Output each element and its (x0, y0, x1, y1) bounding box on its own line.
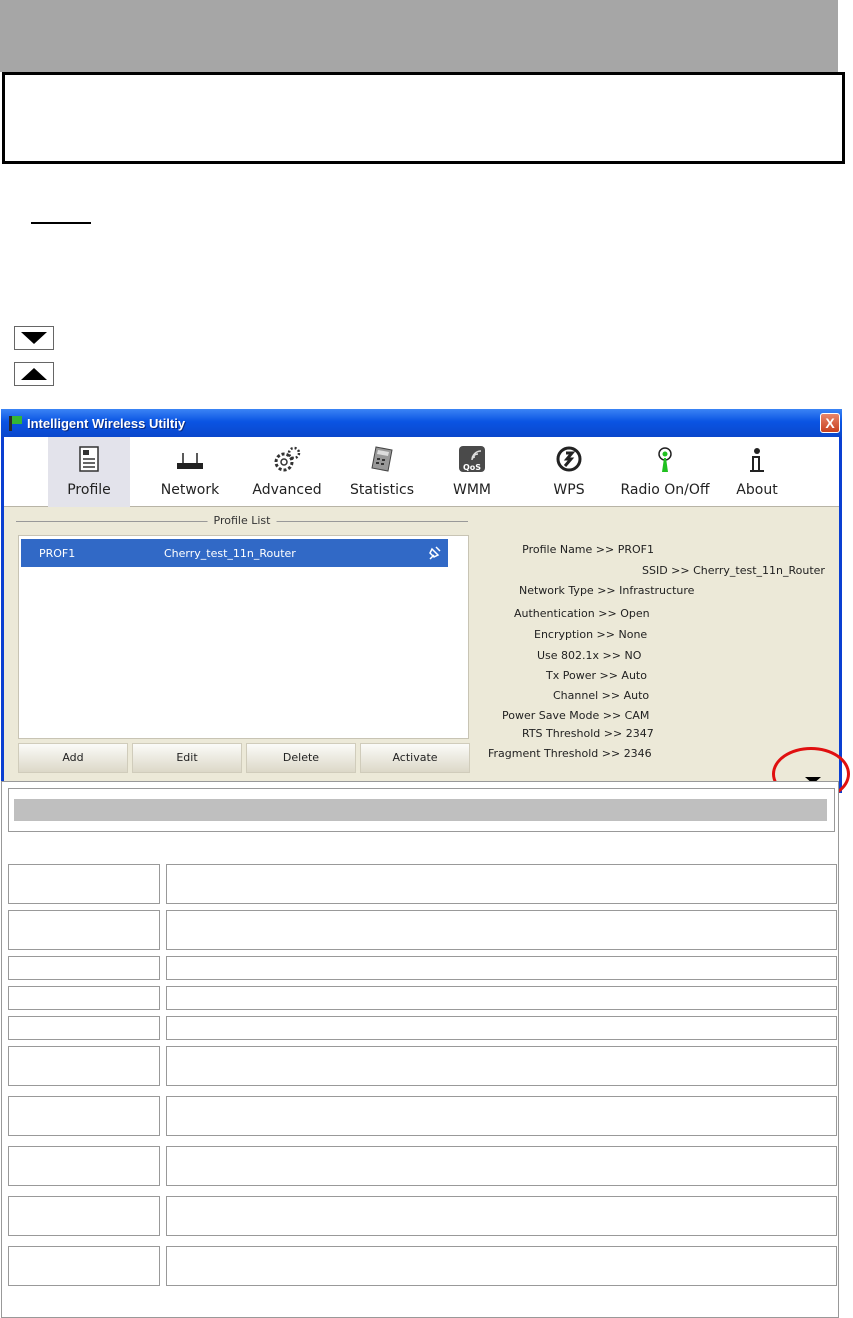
wireless-flag-icon (7, 415, 23, 431)
edit-button[interactable]: Edit (132, 743, 242, 773)
table-row (8, 864, 837, 904)
tab-advanced[interactable]: Advanced (244, 437, 330, 507)
svg-text:QoS: QoS (463, 463, 481, 472)
window-title: Intelligent Wireless Utiltiy (27, 415, 186, 431)
tab-label: Radio On/Off (620, 482, 710, 498)
detail-power-save-mode: Power Save Mode >> CAM (502, 709, 650, 722)
table-row (8, 986, 837, 1010)
tab-about[interactable]: About (726, 437, 788, 507)
down-arrow-key-icon (14, 326, 54, 350)
utility-window: Intelligent Wireless Utiltiy X Profile N… (1, 409, 842, 793)
profile-details: Profile Name >> PROF1 SSID >> Cherry_tes… (474, 507, 834, 790)
gray-header-band (0, 0, 838, 72)
profile-icon (79, 446, 99, 472)
calculator-icon (371, 446, 393, 472)
main-toolbar: Profile Network Advanced Statistics QoS … (4, 437, 839, 507)
detail-rts-threshold: RTS Threshold >> 2347 (522, 727, 654, 740)
table-row (8, 1096, 837, 1136)
activate-button[interactable]: Activate (360, 743, 470, 773)
profile-panel: Profile List PROF1 Cherry_test_11n_Route… (4, 507, 839, 790)
tab-label: Network (160, 482, 220, 498)
detail-channel: Channel >> Auto (553, 689, 650, 702)
up-arrow-key-icon (14, 362, 54, 386)
qos-icon: QoS (459, 446, 485, 472)
wps-icon (556, 446, 582, 472)
detail-encryption: Encryption >> None (534, 628, 648, 641)
router-icon (177, 453, 203, 469)
detail-use-8021x: Use 802.1x >> NO (537, 649, 642, 662)
connected-plug-icon (429, 546, 441, 560)
gears-icon (274, 446, 301, 472)
table-row (8, 910, 837, 950)
detail-profile-name: Profile Name >> PROF1 (522, 543, 654, 556)
profile-list[interactable]: PROF1 Cherry_test_11n_Router (18, 535, 469, 739)
antenna-icon (658, 447, 672, 472)
tab-label: Statistics (350, 482, 414, 498)
table-row (8, 1016, 837, 1040)
profile-list-legend: Profile List (16, 514, 468, 527)
underline-rule (31, 222, 91, 224)
tab-profile[interactable]: Profile (48, 437, 130, 507)
tab-radio-onoff[interactable]: Radio On/Off (610, 437, 720, 507)
tab-label: WMM (452, 482, 491, 498)
delete-button[interactable]: Delete (246, 743, 356, 773)
bordered-box (2, 72, 845, 164)
profile-row[interactable]: PROF1 Cherry_test_11n_Router (21, 539, 448, 567)
tab-wmm[interactable]: QoS WMM (442, 437, 502, 507)
profile-list-title: Profile List (207, 514, 277, 527)
window-titlebar[interactable]: Intelligent Wireless Utiltiy X (1, 409, 842, 437)
detail-network-type: Network Type >> Infrastructure (519, 584, 695, 597)
close-button[interactable]: X (820, 413, 840, 433)
detail-fragment-threshold: Fragment Threshold >> 2346 (488, 747, 652, 760)
table-row (8, 1146, 837, 1186)
add-button[interactable]: Add (18, 743, 128, 773)
tab-label: Advanced (252, 482, 322, 498)
table-row (8, 1246, 837, 1286)
description-table (1, 781, 839, 1318)
table-row (8, 1046, 837, 1086)
tab-label: Profile (67, 482, 111, 498)
detail-tx-power: Tx Power >> Auto (546, 669, 647, 682)
detail-ssid: SSID >> Cherry_test_11n_Router (642, 564, 825, 577)
tab-label: WPS (553, 482, 585, 498)
profile-row-name: PROF1 (39, 547, 76, 560)
profile-row-ssid: Cherry_test_11n_Router (164, 547, 296, 560)
table-row (8, 956, 837, 980)
detail-authentication: Authentication >> Open (514, 607, 650, 620)
tab-network[interactable]: Network (149, 437, 231, 507)
table-header-bar (14, 799, 827, 821)
tab-statistics[interactable]: Statistics (342, 437, 422, 507)
info-icon (750, 448, 764, 472)
tab-wps[interactable]: WPS (539, 437, 599, 507)
tab-label: About (736, 482, 778, 498)
table-row (8, 1196, 837, 1236)
